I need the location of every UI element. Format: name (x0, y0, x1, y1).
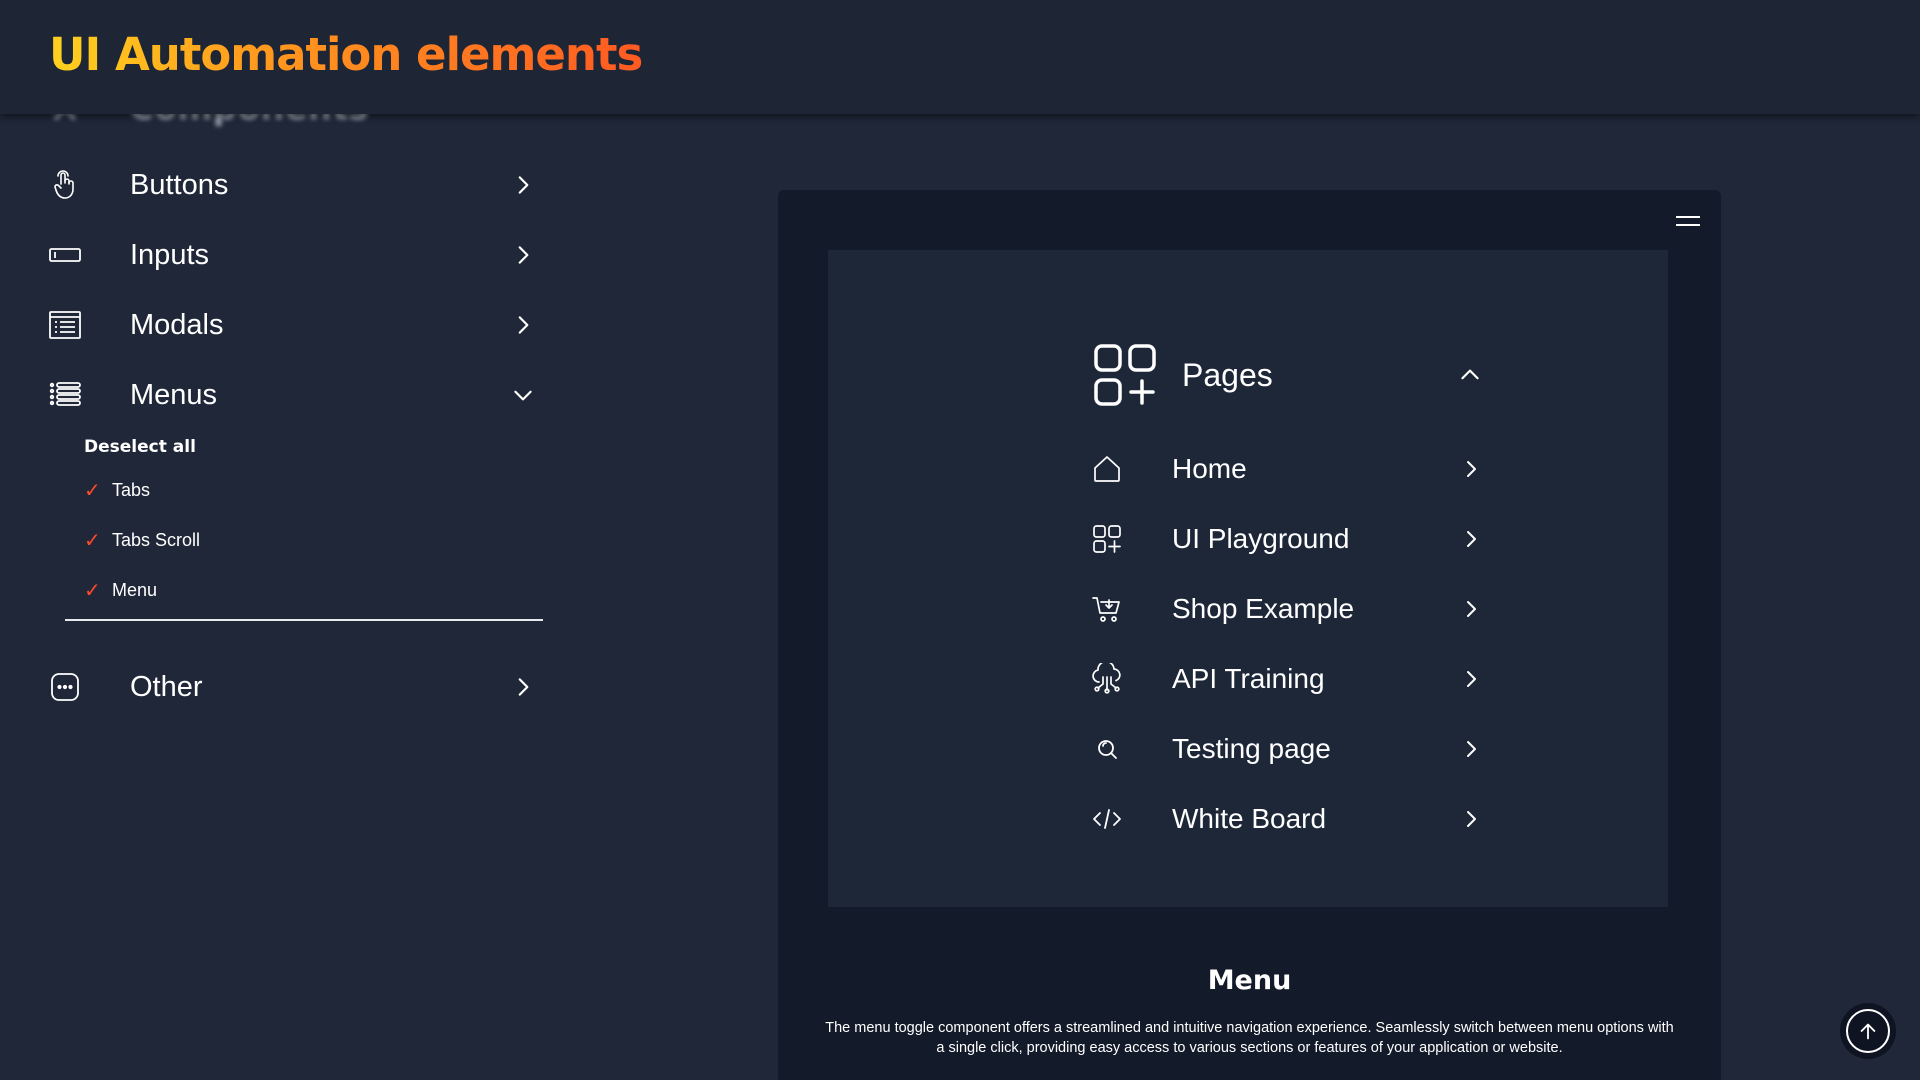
apps-grid-icon (1094, 344, 1156, 406)
divider (65, 619, 543, 621)
chevron-up-icon (1461, 369, 1479, 380)
sidebar-item-inputs[interactable]: Inputs (46, 230, 536, 280)
chevron-down-icon (514, 390, 532, 401)
input-field-icon (46, 236, 84, 274)
hamburger-menu-icon[interactable] (1676, 216, 1700, 230)
sidebar-item-buttons[interactable]: Buttons (46, 160, 536, 210)
cloud-network-icon (1092, 663, 1121, 694)
menu-item-shop-example[interactable]: Shop Example (1091, 589, 1483, 629)
scroll-to-top-button[interactable] (1840, 1003, 1896, 1059)
sidebar-item-label: Modals (130, 308, 224, 341)
header: UI Automation elements (0, 0, 1920, 114)
menu-item-label: Testing page (1172, 733, 1331, 764)
deselect-all-button[interactable]: Deselect all (84, 437, 196, 457)
list-icon (46, 376, 84, 414)
chevron-right-icon (518, 316, 529, 334)
checkmark-icon: ✓ (84, 578, 101, 602)
chevron-right-icon (1467, 531, 1476, 547)
sidebar: ✕ Components Buttons Inputs (0, 0, 560, 1080)
menu-panel: Pages Home UI Playground Shop Example AP… (828, 250, 1668, 907)
chevron-right-icon (1467, 741, 1476, 757)
chevron-right-icon (1467, 671, 1476, 687)
menu-item-ui-playground[interactable]: UI Playground (1091, 519, 1483, 559)
sidebar-item-modals[interactable]: Modals (46, 300, 536, 350)
cart-icon (1092, 597, 1120, 622)
code-icon (1093, 809, 1121, 829)
apps-grid-icon (1093, 525, 1121, 553)
menu-item-label: White Board (1172, 803, 1327, 834)
page-title: UI Automation elements (49, 28, 643, 81)
submenu-item-label: Tabs (112, 479, 151, 500)
menu-item-api-training[interactable]: API Training (1091, 659, 1483, 699)
submenu-item-menu[interactable]: ✓ Menu (84, 577, 157, 603)
submenu-item-tabs[interactable]: ✓ Tabs (84, 477, 150, 503)
chevron-right-icon (1467, 811, 1476, 827)
pages-menu-label: Pages (1182, 357, 1273, 393)
menu-item-label: Home (1172, 453, 1247, 484)
menu-item-testing-page[interactable]: Testing page (1091, 729, 1483, 769)
menu-item-label: UI Playground (1172, 523, 1350, 554)
chevron-right-icon (1467, 461, 1476, 477)
card-title: Menu (1207, 965, 1292, 996)
card-description: The menu toggle component offers a strea… (825, 1020, 1674, 1056)
submenu-item-tabs-scroll[interactable]: ✓ Tabs Scroll (84, 527, 200, 553)
hand-pointer-icon (46, 166, 84, 204)
sidebar-item-label: Menus (130, 378, 218, 411)
sidebar-item-menus[interactable]: Menus (46, 370, 536, 420)
submenu-item-label: Tabs Scroll (112, 529, 201, 550)
menu-item-label: API Training (1172, 663, 1325, 694)
submenu-item-label: Menu (112, 579, 158, 600)
checkmark-icon: ✓ (84, 478, 101, 502)
chevron-right-icon (518, 246, 529, 264)
sidebar-item-label: Buttons (130, 168, 229, 201)
menu-item-home[interactable]: Home (1091, 449, 1483, 489)
pages-menu-header[interactable]: Pages (1093, 343, 1483, 407)
sidebar-item-other[interactable]: Other (46, 662, 536, 712)
chevron-right-icon (518, 176, 529, 194)
search-icon (1098, 740, 1117, 759)
arrow-up-icon (1860, 1023, 1876, 1040)
chevron-right-icon (518, 678, 529, 696)
menu-demo-card: Pages Home UI Playground Shop Example AP… (778, 190, 1721, 1080)
menu-item-white-board[interactable]: White Board (1091, 799, 1483, 839)
modal-window-icon (46, 306, 84, 344)
sidebar-item-label: Inputs (130, 238, 209, 271)
checkmark-icon: ✓ (84, 528, 101, 552)
chevron-right-icon (1467, 601, 1476, 617)
sidebar-item-label: Other (130, 670, 203, 703)
home-icon (1094, 456, 1120, 482)
more-dots-icon (46, 668, 84, 706)
menu-item-label: Shop Example (1172, 593, 1355, 624)
